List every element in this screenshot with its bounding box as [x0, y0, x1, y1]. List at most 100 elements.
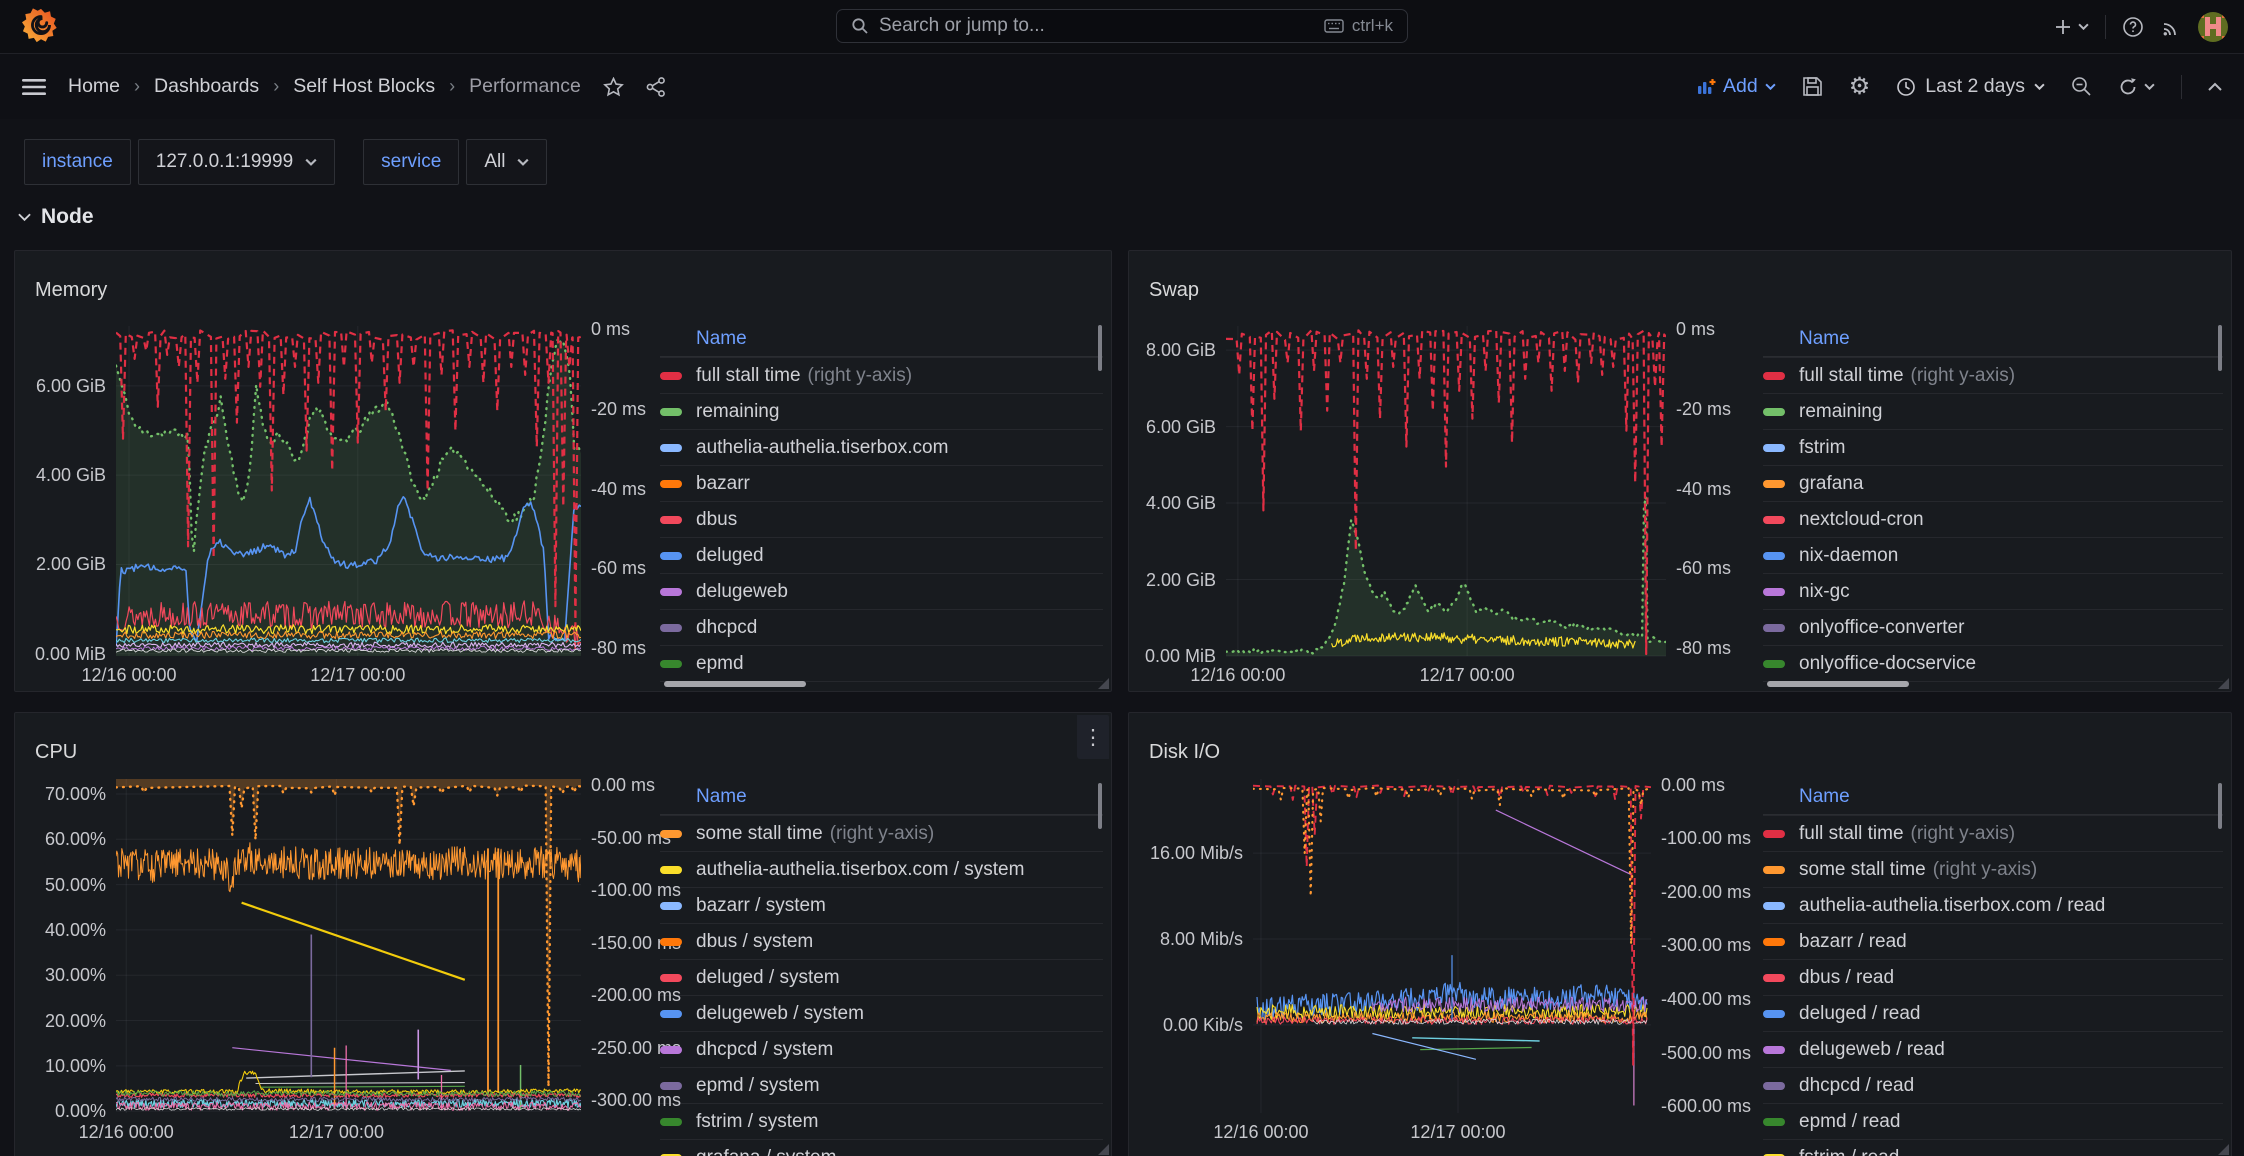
menu-toggle-icon[interactable]	[22, 78, 46, 96]
row-node-toggle[interactable]: Node	[18, 205, 94, 229]
legend-row[interactable]: grafana / system	[660, 1139, 1103, 1156]
legend-horizontal-scrollbar[interactable]	[664, 681, 806, 687]
legend-header[interactable]: Name	[1763, 321, 2223, 357]
panel-resize-handle[interactable]	[1098, 678, 1109, 689]
legend-row[interactable]: dbus	[660, 501, 1103, 537]
legend-row[interactable]: bazarr / system	[660, 887, 1103, 923]
legend-row[interactable]: dhcpcd / system	[660, 1031, 1103, 1067]
y-tick-label: 60.00%	[21, 830, 106, 848]
series-name: fstrim / system	[696, 1111, 818, 1133]
series-color-pill	[1763, 552, 1785, 560]
zoom-out-icon[interactable]	[2071, 76, 2092, 97]
y-tick-label: -100.00 ms	[1661, 829, 1751, 847]
legend-row[interactable]: fstrim / system	[660, 1103, 1103, 1139]
legend-row[interactable]: dbus / read	[1763, 959, 2223, 995]
save-dashboard-icon[interactable]	[1802, 76, 1823, 97]
breadcrumb-dashboards[interactable]: Dashboards	[154, 75, 259, 98]
legend-row[interactable]: nix-gc	[1763, 573, 2223, 609]
series-name: dbus	[696, 509, 737, 531]
series-color-pill	[660, 552, 682, 560]
series-name: nextcloud-cron	[1799, 509, 1924, 531]
legend-header[interactable]: Name	[660, 321, 1103, 357]
breadcrumb-home[interactable]: Home	[68, 75, 120, 98]
legend-row[interactable]: delugeweb	[660, 573, 1103, 609]
breadcrumb-folder[interactable]: Self Host Blocks	[293, 75, 435, 98]
legend-row[interactable]: authelia-authelia.tiserbox.com / read	[1763, 887, 2223, 923]
legend-horizontal-scrollbar[interactable]	[1767, 681, 1909, 687]
series-name: delugeweb / read	[1799, 1039, 1945, 1061]
grafana-logo-icon[interactable]	[22, 7, 60, 45]
panel-resize-handle[interactable]	[1098, 1144, 1109, 1155]
legend-row[interactable]: nextcloud-cron	[1763, 501, 2223, 537]
share-icon[interactable]	[646, 77, 666, 97]
legend-row[interactable]: authelia-authelia.tiserbox.com	[660, 429, 1103, 465]
legend-row[interactable]: grafana	[1763, 465, 2223, 501]
series-name: epmd / system	[696, 1075, 820, 1097]
series-color-pill	[1763, 624, 1785, 632]
legend-row[interactable]: deluged / read	[1763, 995, 2223, 1031]
y-tick-label: 6.00 GiB	[1135, 418, 1216, 436]
legend-vertical-scrollbar[interactable]	[1098, 325, 1102, 371]
panel-resize-handle[interactable]	[2218, 1144, 2229, 1155]
series-color-pill	[1763, 1082, 1785, 1090]
legend-row[interactable]: deluged / system	[660, 959, 1103, 995]
news-rss-icon[interactable]	[2160, 16, 2182, 38]
variable-service-select[interactable]: All	[466, 139, 547, 185]
legend-row[interactable]: epmd / read	[1763, 1103, 2223, 1139]
legend-header[interactable]: Name	[660, 779, 1103, 815]
legend-row[interactable]: dbus / system	[660, 923, 1103, 959]
legend-row[interactable]: fstrim / read	[1763, 1139, 2223, 1156]
legend-header[interactable]: Name	[1763, 779, 2223, 815]
legend-vertical-scrollbar[interactable]	[2218, 783, 2222, 829]
legend-row[interactable]: dhcpcd	[660, 609, 1103, 645]
variable-instance-select[interactable]: 127.0.0.1:19999	[138, 139, 335, 185]
legend-vertical-scrollbar[interactable]	[1098, 783, 1102, 829]
legend-row[interactable]: onlyoffice-docservice	[1763, 645, 2223, 681]
help-icon[interactable]	[2122, 16, 2144, 38]
series-name: fstrim	[1799, 437, 1845, 459]
legend-row[interactable]: some stall time(right y-axis)	[1763, 851, 2223, 887]
legend-row[interactable]: remaining	[1763, 393, 2223, 429]
legend-row[interactable]: deluged	[660, 537, 1103, 573]
legend-row[interactable]: remaining	[660, 393, 1103, 429]
legend-row[interactable]: epmd / system	[660, 1067, 1103, 1103]
panel-resize-handle[interactable]	[2218, 678, 2229, 689]
series-color-pill	[660, 938, 682, 946]
legend-row[interactable]: delugeweb / read	[1763, 1031, 2223, 1067]
dashboard-settings-icon[interactable]: ⚙	[1849, 72, 1871, 101]
series-color-pill	[660, 660, 682, 668]
legend-row[interactable]: bazarr / read	[1763, 923, 2223, 959]
series-color-pill	[660, 516, 682, 524]
legend-row[interactable]: full stall time(right y-axis)	[1763, 357, 2223, 393]
panel-menu-icon[interactable]: ⋮	[1077, 715, 1109, 759]
legend-row[interactable]: full stall time(right y-axis)	[660, 357, 1103, 393]
user-avatar[interactable]	[2198, 12, 2228, 42]
legend-row[interactable]: full stall time(right y-axis)	[1763, 815, 2223, 851]
panel-swap: Swap 8.00 GiB6.00 GiB4.00 GiB2.00 GiB0.0…	[1128, 250, 2232, 692]
legend-vertical-scrollbar[interactable]	[2218, 325, 2222, 371]
legend-row[interactable]: fstrim	[1763, 429, 2223, 465]
legend-row[interactable]: authelia-authelia.tiserbox.com / system	[660, 851, 1103, 887]
legend-row[interactable]: epmd	[660, 645, 1103, 681]
favorite-star-icon[interactable]	[603, 77, 624, 97]
time-range-picker[interactable]: Last 2 days	[1896, 75, 2045, 98]
legend: Namefull stall time(right y-axis)remaini…	[660, 321, 1103, 690]
y-tick-label: 4.00 GiB	[1135, 494, 1216, 512]
series-color-pill	[1763, 444, 1785, 452]
legend-row[interactable]: onlyoffice-converter	[1763, 609, 2223, 645]
add-button[interactable]: Add	[1697, 75, 1776, 98]
refresh-button[interactable]	[2118, 77, 2155, 97]
new-menu-button[interactable]	[2054, 18, 2089, 36]
y-tick-label: 50.00%	[21, 876, 106, 894]
series-color-pill	[1763, 408, 1785, 416]
series-name: authelia-authelia.tiserbox.com / system	[696, 859, 1024, 881]
y-tick-label: 2.00 GiB	[1135, 571, 1216, 589]
legend-row[interactable]: delugeweb / system	[660, 995, 1103, 1031]
legend-row[interactable]: dhcpcd / read	[1763, 1067, 2223, 1103]
legend-row[interactable]: some stall time(right y-axis)	[660, 815, 1103, 851]
collapse-toolbar-icon[interactable]	[2208, 82, 2222, 91]
legend-row[interactable]: nix-daemon	[1763, 537, 2223, 573]
search-input[interactable]: Search or jump to... ctrl+k	[836, 9, 1408, 43]
series-color-pill	[660, 480, 682, 488]
legend-row[interactable]: bazarr	[660, 465, 1103, 501]
